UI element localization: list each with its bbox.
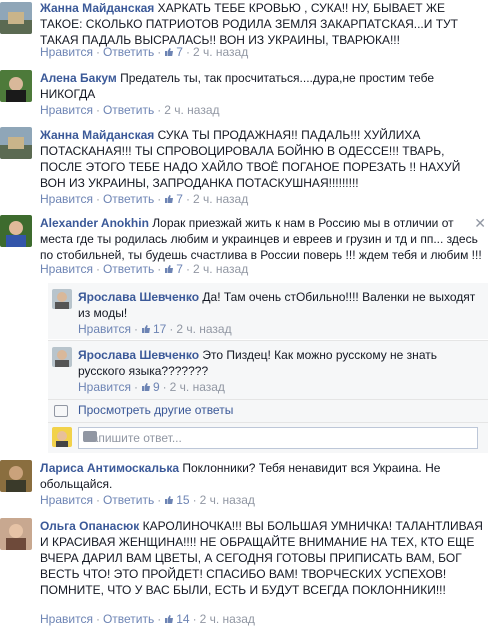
like-count[interactable]: 7 xyxy=(164,192,183,206)
close-icon[interactable]: ✕ xyxy=(474,215,486,232)
reply-input[interactable]: Напишите ответ... xyxy=(78,427,478,449)
reply: Ярослава Шевченко Да! Там очень стОбильн… xyxy=(48,283,488,339)
see-more-replies-link[interactable]: Просмотреть другие ответы xyxy=(78,403,233,417)
like-link[interactable]: Нравится xyxy=(40,45,93,59)
reply-link[interactable]: Ответить xyxy=(103,45,154,59)
comment-author[interactable]: Alexander Anokhin xyxy=(40,216,149,230)
avatar[interactable] xyxy=(0,518,32,550)
comment-author[interactable]: Жанна Майданская xyxy=(40,128,154,142)
thumbs-up-icon xyxy=(141,383,150,391)
like-link[interactable]: Нравится xyxy=(78,380,131,394)
reply-link[interactable]: Ответить xyxy=(103,262,154,276)
avatar[interactable] xyxy=(0,127,32,159)
reply-link[interactable]: Ответить xyxy=(103,612,154,626)
avatar[interactable] xyxy=(0,460,32,492)
comment: Лариса Антимоскалька Поклонники? Тебя не… xyxy=(0,458,496,510)
reply-composer: Напишите ответ... xyxy=(48,422,488,453)
timestamp[interactable]: 2 ч. назад xyxy=(200,612,255,626)
avatar[interactable] xyxy=(0,70,32,102)
timestamp[interactable]: 2 ч. назад xyxy=(200,493,255,507)
comment: Алена Бакум Предатель ты, так просчитать… xyxy=(0,68,496,118)
avatar[interactable] xyxy=(52,289,72,309)
timestamp[interactable]: 2 ч. назад xyxy=(193,192,248,206)
comment: Жанна Майданская СУКА ТЫ ПРОДАЖНАЯ!! ПАД… xyxy=(0,125,496,206)
like-count[interactable]: 7 xyxy=(164,262,183,276)
timestamp[interactable]: 2 ч. назад xyxy=(193,45,248,59)
thumbs-up-icon xyxy=(165,496,174,504)
thumbs-up-icon xyxy=(165,615,174,623)
thumbs-up-icon xyxy=(141,325,150,333)
comment-author[interactable]: Алена Бакум xyxy=(40,71,117,85)
reply-icon xyxy=(54,405,68,417)
comment-author[interactable]: Ольга Опанасюк xyxy=(40,519,139,533)
thumbs-up-icon xyxy=(165,195,174,203)
like-link[interactable]: Нравится xyxy=(40,493,93,507)
timestamp[interactable]: 2 ч. назад xyxy=(164,103,219,117)
reply: Ярослава Шевченко Это Пиздец! Как можно … xyxy=(48,340,488,399)
thumbs-up-icon xyxy=(165,48,174,56)
like-count[interactable]: 14 xyxy=(164,612,190,626)
reply-link[interactable]: Ответить xyxy=(103,493,154,507)
timestamp[interactable]: 2 ч. назад xyxy=(176,322,231,336)
avatar xyxy=(52,427,72,447)
like-link[interactable]: Нравится xyxy=(40,103,93,117)
reply-author[interactable]: Ярослава Шевченко xyxy=(78,290,199,304)
timestamp[interactable]: 2 ч. назад xyxy=(193,262,248,276)
thumbs-up-icon xyxy=(165,265,174,273)
like-link[interactable]: Нравится xyxy=(40,262,93,276)
reply-author[interactable]: Ярослава Шевченко xyxy=(78,348,199,362)
comment-author[interactable]: Жанна Майданская xyxy=(40,1,154,15)
comment-author[interactable]: Лариса Антимоскалька xyxy=(40,461,179,475)
avatar[interactable] xyxy=(0,215,32,247)
like-count[interactable]: 17 xyxy=(141,322,166,336)
comment: Ольга Опанасюк КАРОЛИНОЧКА!!! ВЫ БОЛЬШАЯ… xyxy=(0,516,496,632)
like-link[interactable]: Нравится xyxy=(78,322,131,336)
comment: Жанна Майданская ХАРКАТЬ ТЕБЕ КРОВЬЮ , С… xyxy=(0,0,496,59)
timestamp[interactable]: 2 ч. назад xyxy=(170,380,225,394)
like-link[interactable]: Нравится xyxy=(40,612,93,626)
comment: Alexander Anokhin Лорак приезжай жить к … xyxy=(0,213,496,279)
camera-icon[interactable] xyxy=(83,431,97,442)
reply-input-placeholder: Напишите ответ... xyxy=(83,431,182,445)
avatar[interactable] xyxy=(0,2,32,34)
reply-link[interactable]: Ответить xyxy=(103,103,154,117)
see-more-replies[interactable]: Просмотреть другие ответы xyxy=(48,399,488,422)
like-count[interactable]: 7 xyxy=(164,45,183,59)
like-count[interactable]: 9 xyxy=(141,380,160,394)
like-link[interactable]: Нравится xyxy=(40,192,93,206)
avatar[interactable] xyxy=(52,347,72,367)
reply-link[interactable]: Ответить xyxy=(103,192,154,206)
like-count[interactable]: 15 xyxy=(164,493,190,507)
